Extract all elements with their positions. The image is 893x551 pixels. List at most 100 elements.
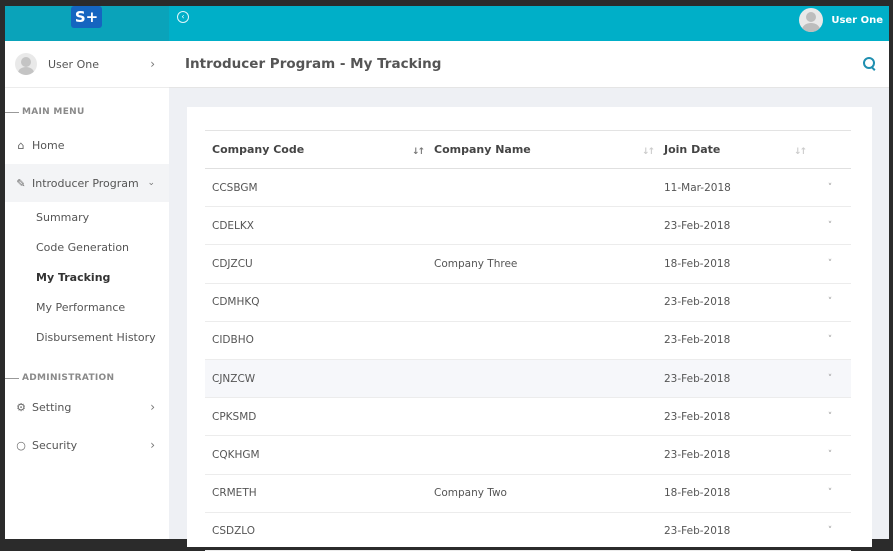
cell-company-name — [427, 321, 657, 360]
sidebar-item-label: Security — [32, 438, 78, 452]
chevron-down-icon[interactable]: ˅ — [809, 512, 851, 551]
cell-company-code: CPKSMD — [205, 397, 427, 437]
cell-join-date: 18-Feb-2018 — [657, 474, 809, 513]
cell-company-name — [427, 283, 657, 322]
search-icon[interactable] — [863, 57, 875, 69]
cell-company-name — [427, 435, 657, 475]
column-header-join-date[interactable]: Join Date ↓↑ — [657, 130, 809, 169]
top-user-name: User One — [831, 14, 883, 26]
chevron-down-icon[interactable]: ˅ — [809, 474, 851, 513]
table-row[interactable]: CDELKX 23-Feb-2018 ˅ — [205, 206, 851, 246]
sidebar-subitem-my-tracking[interactable]: My Tracking — [5, 262, 169, 292]
chevron-down-icon[interactable]: ˅ — [809, 359, 851, 399]
sidebar: User One › MAIN MENU ⌂ Home ✎ Introducer… — [5, 41, 169, 539]
chevron-down-icon: ⌄ — [147, 178, 155, 188]
collapse-sidebar-icon[interactable]: ‹ — [177, 11, 189, 23]
cell-company-code: CSDZLO — [205, 512, 427, 551]
table-row[interactable]: CJNZCW 23-Feb-2018 ˅ — [205, 359, 851, 399]
main-content: Introducer Program - My Tracking Company… — [169, 41, 889, 551]
main-menu-heading: MAIN MENU — [5, 102, 169, 122]
chevron-down-icon[interactable]: ˅ — [809, 244, 851, 284]
cell-join-date: 23-Feb-2018 — [657, 512, 809, 551]
administration-title: ADMINISTRATION — [22, 373, 115, 383]
table-row[interactable]: CCSBGM 11-Mar-2018 ˅ — [205, 168, 851, 208]
sidebar-user[interactable]: User One › — [5, 41, 169, 88]
sidebar-item-home[interactable]: ⌂ Home — [5, 126, 169, 164]
cell-company-name — [427, 206, 657, 246]
cell-company-name — [427, 397, 657, 437]
chevron-right-icon: › — [150, 57, 155, 71]
sidebar-user-name: User One — [48, 57, 99, 71]
table-body: CCSBGM 11-Mar-2018 ˅ CDELKX 23-Feb-2018 ˅ CDJZ… — [205, 168, 851, 551]
lock-icon: ○ — [16, 438, 26, 452]
top-bar: S+ ‹ User One — [5, 6, 889, 41]
cell-company-code: CJNZCW — [205, 359, 427, 399]
cell-company-name: Company Two — [427, 474, 657, 513]
cell-company-code: CDELKX — [205, 206, 427, 246]
column-header-company-code[interactable]: Company Code ↓↑ — [205, 130, 427, 169]
cell-company-code: CRMETH — [205, 474, 427, 513]
table-row[interactable]: CQKHGM 23-Feb-2018 ˅ — [205, 435, 851, 475]
table-row[interactable]: CPKSMD 23-Feb-2018 ˅ — [205, 397, 851, 437]
tracking-card: Company Code ↓↑ Company Name ↓↑ Join Dat… — [187, 107, 872, 551]
avatar-icon — [799, 8, 824, 32]
app-frame: S+ ‹ User One User One › MAIN MENU ⌂ Hom… — [0, 0, 893, 551]
column-label: Company Name — [434, 143, 531, 156]
cell-company-code: CQKHGM — [205, 435, 427, 475]
cell-join-date: 23-Feb-2018 — [657, 359, 809, 399]
sort-icon[interactable]: ↓↑ — [794, 147, 807, 157]
cell-join-date: 23-Feb-2018 — [657, 206, 809, 246]
cell-company-code: CCSBGM — [205, 168, 427, 208]
column-header-expand — [809, 130, 851, 169]
table-row[interactable]: CIDBHO 23-Feb-2018 ˅ — [205, 321, 851, 360]
chevron-right-icon: › — [150, 438, 155, 452]
sidebar-item-security[interactable]: ○ Security › — [5, 426, 169, 464]
table-row[interactable]: CSDZLO 23-Feb-2018 ˅ — [205, 512, 851, 551]
sidebar-item-setting[interactable]: ⚙ Setting › — [5, 388, 169, 426]
sidebar-item-label: Setting — [32, 400, 72, 414]
tracking-table: Company Code ↓↑ Company Name ↓↑ Join Dat… — [205, 130, 851, 551]
column-header-company-name[interactable]: Company Name ↓↑ — [427, 130, 657, 169]
cell-join-date: 23-Feb-2018 — [657, 435, 809, 475]
app-logo[interactable]: S+ — [71, 6, 102, 28]
cell-company-code: CDJZCU — [205, 244, 427, 284]
chevron-right-icon: › — [150, 400, 155, 414]
table-header-row: Company Code ↓↑ Company Name ↓↑ Join Dat… — [205, 130, 851, 169]
sort-icon[interactable]: ↓↑ — [642, 147, 655, 157]
column-label: Company Code — [212, 143, 305, 156]
chevron-down-icon[interactable]: ˅ — [809, 397, 851, 437]
chevron-down-icon[interactable]: ˅ — [809, 283, 851, 322]
sidebar-subitem-disbursement-history[interactable]: Disbursement History — [5, 322, 169, 352]
cell-company-code: CIDBHO — [205, 321, 427, 360]
chevron-down-icon[interactable]: ˅ — [809, 321, 851, 360]
page-title: Introducer Program - My Tracking — [185, 56, 442, 72]
cell-join-date: 23-Feb-2018 — [657, 397, 809, 437]
chevron-down-icon[interactable]: ˅ — [809, 435, 851, 475]
sidebar-subitem-summary[interactable]: Summary — [5, 202, 169, 232]
table-row[interactable]: CRMETH Company Two 18-Feb-2018 ˅ — [205, 474, 851, 513]
main-menu-title: MAIN MENU — [22, 107, 85, 117]
sidebar-subitem-code-generation[interactable]: Code Generation — [5, 232, 169, 262]
cell-company-code: CDMHKQ — [205, 283, 427, 322]
sidebar-subitem-my-performance[interactable]: My Performance — [5, 292, 169, 322]
sidebar-item-introducer-program[interactable]: ✎ Introducer Program ⌄ — [5, 164, 169, 202]
cell-join-date: 11-Mar-2018 — [657, 168, 809, 208]
cell-join-date: 23-Feb-2018 — [657, 283, 809, 322]
edit-icon: ✎ — [16, 176, 26, 190]
cell-company-name — [427, 512, 657, 551]
gear-icon: ⚙ — [16, 400, 26, 414]
chevron-down-icon[interactable]: ˅ — [809, 168, 851, 208]
logo-area: S+ — [5, 6, 169, 41]
table-row[interactable]: CDJZCU Company Three 18-Feb-2018 ˅ — [205, 244, 851, 284]
top-user-menu[interactable]: User One — [799, 8, 883, 32]
column-label: Join Date — [664, 143, 721, 156]
chevron-down-icon[interactable]: ˅ — [809, 206, 851, 246]
table-row[interactable]: CDMHKQ 23-Feb-2018 ˅ — [205, 283, 851, 322]
home-icon: ⌂ — [17, 138, 25, 152]
cell-join-date: 18-Feb-2018 — [657, 244, 809, 284]
sort-icon[interactable]: ↓↑ — [412, 147, 425, 157]
administration-heading: ADMINISTRATION — [5, 368, 169, 388]
cell-company-name — [427, 359, 657, 399]
sidebar-item-label: Introducer Program — [32, 176, 139, 190]
avatar-icon — [15, 53, 37, 75]
